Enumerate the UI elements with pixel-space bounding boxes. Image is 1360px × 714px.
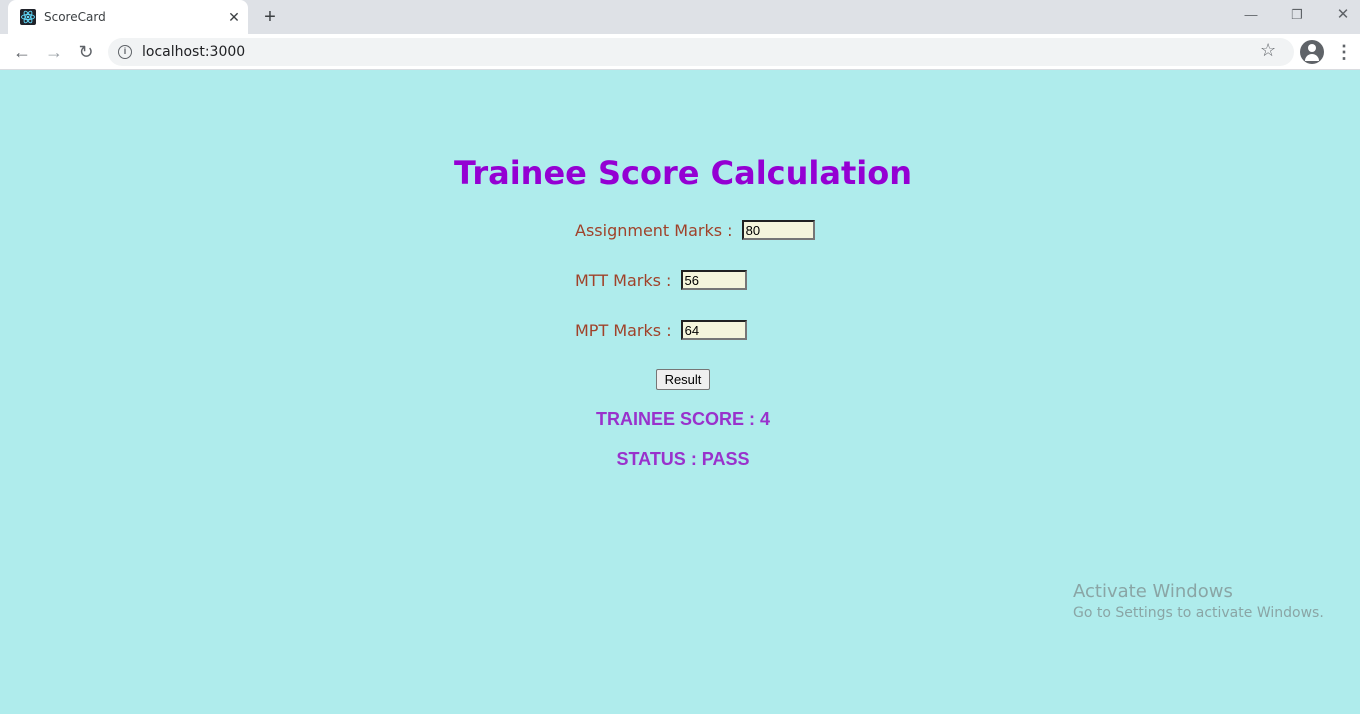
page-title: Trainee Score Calculation <box>454 154 912 192</box>
bookmark-star-icon[interactable]: ☆ <box>1260 40 1276 61</box>
assignment-marks-label: Assignment Marks : <box>575 220 738 240</box>
mpt-marks-row: MPT Marks : <box>575 319 747 341</box>
mpt-marks-input[interactable] <box>680 320 747 340</box>
result-button[interactable]: Result <box>656 369 710 390</box>
mpt-marks-label: MPT Marks : <box>575 320 677 340</box>
mtt-marks-input[interactable] <box>680 270 747 290</box>
assignment-marks-row: Assignment Marks : <box>575 219 815 241</box>
browser-tab-bar: ScoreCard ✕ + — ❐ ✕ <box>0 0 1360 34</box>
minimize-icon[interactable]: — <box>1236 4 1266 26</box>
forward-arrow-icon[interactable]: → <box>42 40 66 64</box>
info-icon[interactable]: i <box>118 45 132 59</box>
window-close-icon[interactable]: ✕ <box>1328 4 1358 26</box>
activate-windows-watermark: Activate Windows Go to Settings to activ… <box>1073 581 1324 621</box>
trainee-score-text: TRAINEE SCORE : 4 <box>595 409 771 429</box>
tab-close-icon[interactable]: ✕ <box>224 7 244 27</box>
url-text[interactable]: localhost:3000 <box>142 44 245 60</box>
mtt-marks-label: MTT Marks : <box>575 270 677 290</box>
kebab-menu-icon[interactable]: ⋮ <box>1334 40 1354 64</box>
restore-icon[interactable]: ❐ <box>1282 4 1312 26</box>
assignment-marks-input[interactable] <box>741 220 815 240</box>
back-arrow-icon[interactable]: ← <box>10 40 34 64</box>
status-text: STATUS : PASS <box>616 449 750 469</box>
browser-toolbar: ← → ↻ i localhost:3000 ☆ ⋮ <box>0 34 1360 70</box>
activate-windows-title: Activate Windows <box>1073 581 1233 602</box>
new-tab-icon[interactable]: + <box>258 5 282 29</box>
mtt-marks-row: MTT Marks : <box>575 269 747 291</box>
browser-tab[interactable]: ScoreCard ✕ <box>8 0 248 34</box>
profile-avatar-icon[interactable] <box>1300 40 1324 64</box>
reload-icon[interactable]: ↻ <box>74 40 98 64</box>
address-bar[interactable]: i localhost:3000 ☆ <box>108 38 1294 66</box>
activate-windows-subtitle: Go to Settings to activate Windows. <box>1073 605 1324 621</box>
react-icon <box>20 9 36 25</box>
tab-title: ScoreCard <box>44 10 106 24</box>
